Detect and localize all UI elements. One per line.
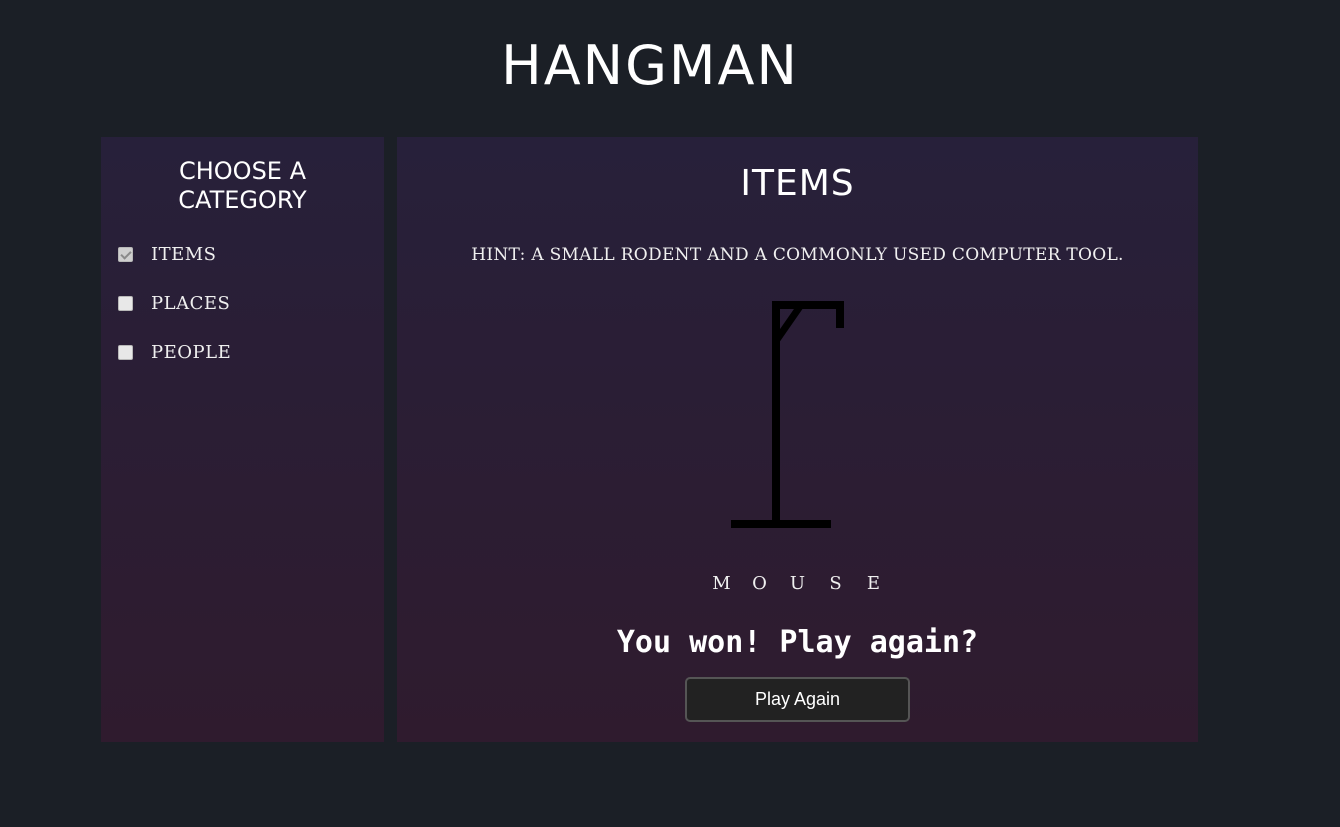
hint-text: HINT: A SMALL RODENT AND A COMMONLY USED… [471, 245, 1124, 265]
gallows-beam [772, 301, 844, 309]
category-label: ITEMS [151, 243, 217, 265]
category-item-people[interactable]: PEOPLE [101, 341, 384, 363]
category-checkbox-people[interactable] [118, 344, 133, 360]
word-letter: S [829, 573, 842, 594]
category-checkbox-places[interactable] [118, 295, 133, 311]
sidebar-heading: CHOOSE A CATEGORY [101, 157, 384, 215]
sidebar-heading-line2: CATEGORY [178, 186, 307, 214]
gallows-rope [836, 301, 844, 328]
gallows-base [731, 520, 831, 528]
category-label: PEOPLE [151, 341, 232, 363]
category-list: ITEMS PLACES PEOPLE [101, 243, 384, 363]
word-letter: U [789, 573, 806, 594]
gallows-drawing [731, 301, 844, 528]
category-checkbox-items[interactable] [118, 246, 133, 262]
category-heading: ITEMS [740, 163, 855, 204]
category-item-places[interactable]: PLACES [101, 292, 384, 314]
game-panel: ITEMS HINT: A SMALL RODENT AND A COMMONL… [397, 137, 1198, 742]
word-letter: O [752, 573, 767, 594]
category-label: PLACES [151, 292, 231, 314]
word-display: M O U S E [397, 573, 1198, 594]
word-letter: E [866, 573, 881, 594]
game-title: HANGMAN [501, 34, 799, 97]
result-message: You won! Play again? [616, 625, 979, 660]
play-again-button[interactable]: Play Again [685, 677, 910, 722]
sidebar-heading-line1: CHOOSE A [178, 157, 307, 185]
category-sidebar: CHOOSE A CATEGORY ITEMS PLACES PEOPLE [101, 137, 384, 742]
category-item-items[interactable]: ITEMS [101, 243, 384, 265]
word-letter: M [712, 573, 731, 594]
